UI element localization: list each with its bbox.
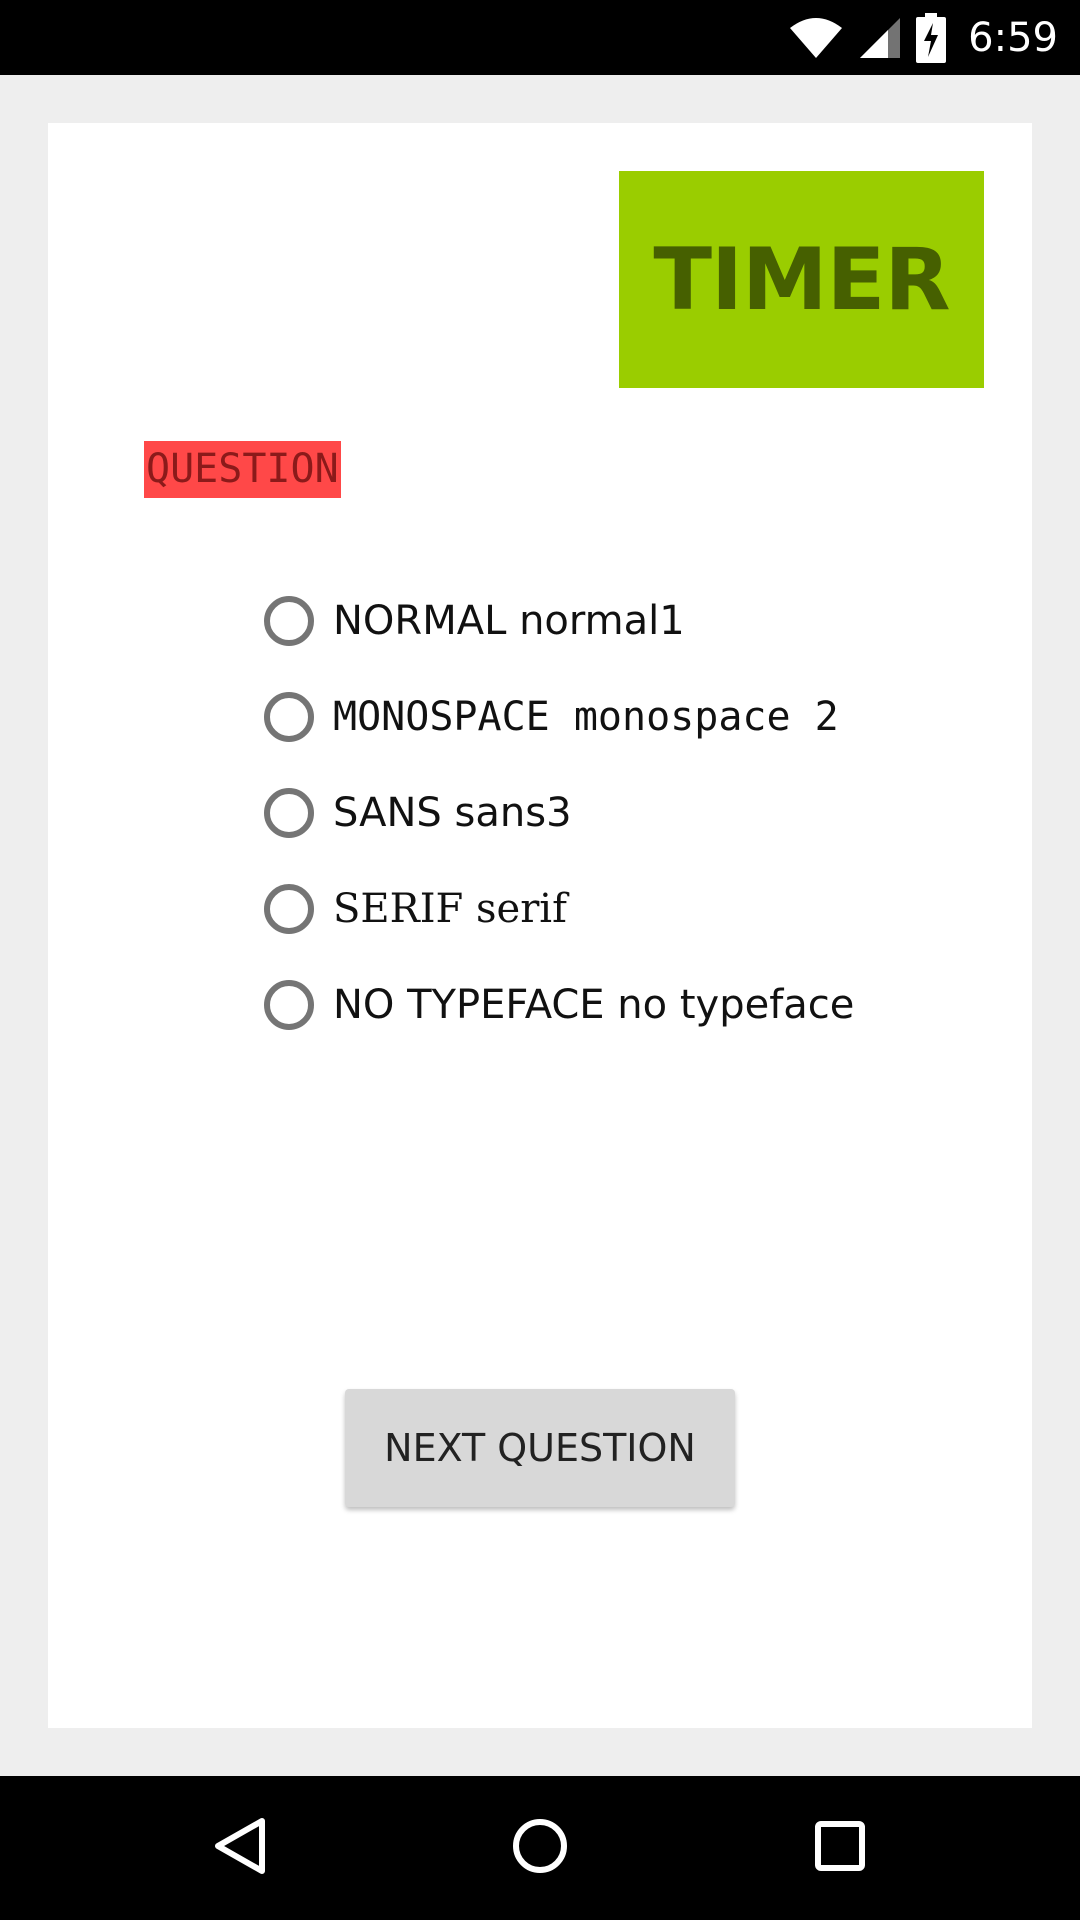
recents-icon bbox=[812, 1818, 868, 1879]
radio-button[interactable] bbox=[264, 788, 314, 838]
radio-button[interactable] bbox=[264, 692, 314, 742]
question-label: QUESTION bbox=[144, 441, 341, 498]
option-label: MONOSPACE monospace 2 bbox=[333, 694, 839, 740]
status-bar: 6:59 bbox=[0, 0, 1080, 75]
option-sans[interactable]: SANS sans3 bbox=[264, 765, 1004, 861]
status-icons: 6:59 bbox=[788, 0, 1058, 75]
timer-label: TIMER bbox=[653, 229, 950, 330]
option-label: SERIF serif bbox=[333, 886, 567, 932]
back-icon bbox=[212, 1816, 268, 1881]
cell-signal-icon bbox=[858, 16, 902, 60]
radio-button[interactable] bbox=[264, 884, 314, 934]
wifi-icon bbox=[788, 16, 844, 60]
radio-button[interactable] bbox=[264, 980, 314, 1030]
option-monospace[interactable]: MONOSPACE monospace 2 bbox=[264, 669, 1004, 765]
option-no-typeface[interactable]: NO TYPEFACE no typeface bbox=[264, 957, 1004, 1053]
status-time: 6:59 bbox=[968, 14, 1058, 61]
next-question-label: NEXT QUESTION bbox=[384, 1426, 696, 1470]
home-button[interactable] bbox=[480, 1776, 600, 1920]
back-button[interactable] bbox=[180, 1776, 300, 1920]
option-label: SANS sans3 bbox=[333, 790, 572, 836]
option-label: NORMAL normal1 bbox=[333, 598, 685, 644]
radio-button[interactable] bbox=[264, 596, 314, 646]
answer-radio-group: NORMAL normal1 MONOSPACE monospace 2 SAN… bbox=[264, 573, 1004, 1053]
quiz-card: TIMER QUESTION NORMAL normal1 MONOSPACE … bbox=[48, 123, 1032, 1728]
recents-button[interactable] bbox=[780, 1776, 900, 1920]
battery-charging-icon bbox=[916, 12, 947, 63]
option-label: NO TYPEFACE no typeface bbox=[333, 982, 855, 1028]
home-icon bbox=[510, 1816, 570, 1881]
option-serif[interactable]: SERIF serif bbox=[264, 861, 1004, 957]
navigation-bar bbox=[0, 1776, 1080, 1920]
next-question-button[interactable]: NEXT QUESTION bbox=[345, 1389, 735, 1507]
option-normal[interactable]: NORMAL normal1 bbox=[264, 573, 1004, 669]
timer-box: TIMER bbox=[619, 171, 984, 388]
